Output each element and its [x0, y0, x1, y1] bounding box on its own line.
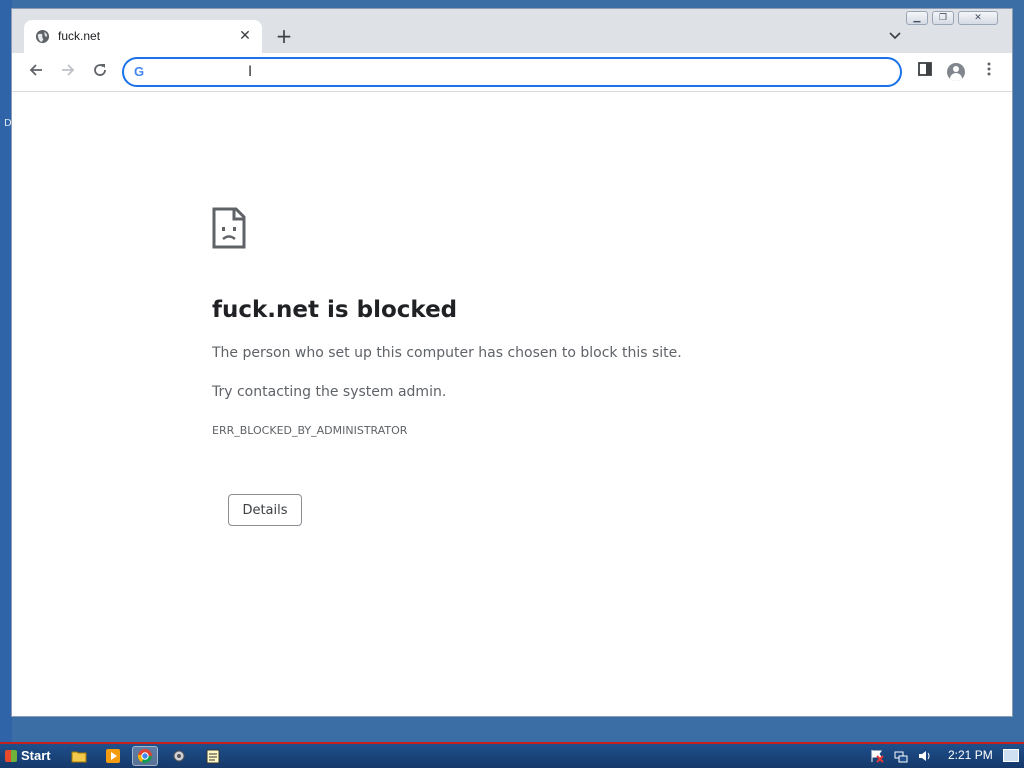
text-cursor-icon: I: [248, 64, 253, 80]
error-hint: Try contacting the system admin.: [212, 384, 447, 400]
forward-button[interactable]: [58, 62, 78, 82]
taskbar: Start 2:21 PM: [0, 742, 1024, 768]
tab-strip: fuck.net ✕ + ▁ ❐ ✕: [12, 9, 1012, 53]
taskbar-settings-app[interactable]: [166, 746, 192, 766]
network-icon[interactable]: [894, 749, 908, 763]
arrow-right-icon: [62, 64, 75, 76]
browser-window: fuck.net ✕ + ▁ ❐ ✕ G I fuck.net is block…: [11, 8, 1013, 717]
media-player-icon: [106, 749, 120, 763]
start-label: Start: [21, 748, 51, 763]
tab-title: fuck.net: [58, 29, 101, 43]
browser-menu-button[interactable]: [978, 61, 1000, 83]
chrome-icon: [137, 749, 152, 763]
details-button[interactable]: Details: [228, 494, 302, 526]
action-center-flag-icon[interactable]: [870, 749, 884, 763]
taskbar-clock[interactable]: 2:21 PM: [948, 748, 993, 762]
window-controls: ▁ ❐ ✕: [906, 11, 998, 27]
start-button[interactable]: Start: [2, 745, 54, 767]
browser-toolbar: G I: [12, 53, 1012, 92]
address-input[interactable]: [156, 62, 890, 84]
error-code: ERR_BLOCKED_BY_ADMINISTRATOR: [212, 424, 408, 437]
page-content: fuck.net is blocked The person who set u…: [12, 92, 1012, 716]
reload-icon: [94, 64, 106, 76]
error-title: fuck.net is blocked: [212, 297, 458, 323]
side-panel-icon: [918, 62, 932, 76]
tab-close-button[interactable]: ✕: [236, 27, 254, 45]
close-icon: ✕: [974, 13, 982, 23]
side-panel-button[interactable]: [914, 61, 936, 83]
taskbar-chrome[interactable]: [132, 746, 158, 766]
kebab-menu-icon: [987, 62, 991, 76]
profile-avatar-icon: [947, 63, 965, 81]
back-button[interactable]: [26, 62, 46, 82]
show-desktop-button[interactable]: [1003, 749, 1019, 762]
tab-active[interactable]: fuck.net ✕: [24, 20, 262, 53]
address-bar[interactable]: G I: [122, 57, 902, 87]
file-explorer-icon: [71, 751, 87, 763]
globe-icon: [35, 29, 50, 44]
google-g-icon: G: [134, 64, 145, 79]
taskbar-file-explorer[interactable]: [66, 746, 92, 766]
taskbar-notepad[interactable]: [200, 746, 226, 766]
plus-icon: +: [275, 24, 293, 48]
profile-button[interactable]: [945, 61, 967, 83]
minimize-button[interactable]: ▁: [906, 11, 928, 25]
taskbar-media-player[interactable]: [100, 746, 126, 766]
new-tab-button[interactable]: +: [273, 26, 295, 48]
sad-page-icon: [212, 207, 246, 249]
error-description: The person who set up this computer has …: [212, 345, 682, 361]
close-icon: ✕: [239, 28, 251, 44]
tab-search-button[interactable]: [886, 29, 904, 45]
settings-app-icon: [173, 750, 185, 762]
minimize-icon: ▁: [913, 13, 921, 23]
notepad-icon: [206, 749, 220, 764]
maximize-button[interactable]: ❐: [932, 11, 954, 25]
chevron-down-icon: [889, 32, 901, 40]
arrow-left-icon: [29, 64, 42, 76]
reload-button[interactable]: [90, 62, 110, 82]
window-close-button[interactable]: ✕: [958, 11, 998, 25]
windows-logo-icon: [5, 750, 17, 762]
maximize-icon: ❐: [938, 13, 948, 23]
volume-icon[interactable]: [918, 749, 932, 763]
